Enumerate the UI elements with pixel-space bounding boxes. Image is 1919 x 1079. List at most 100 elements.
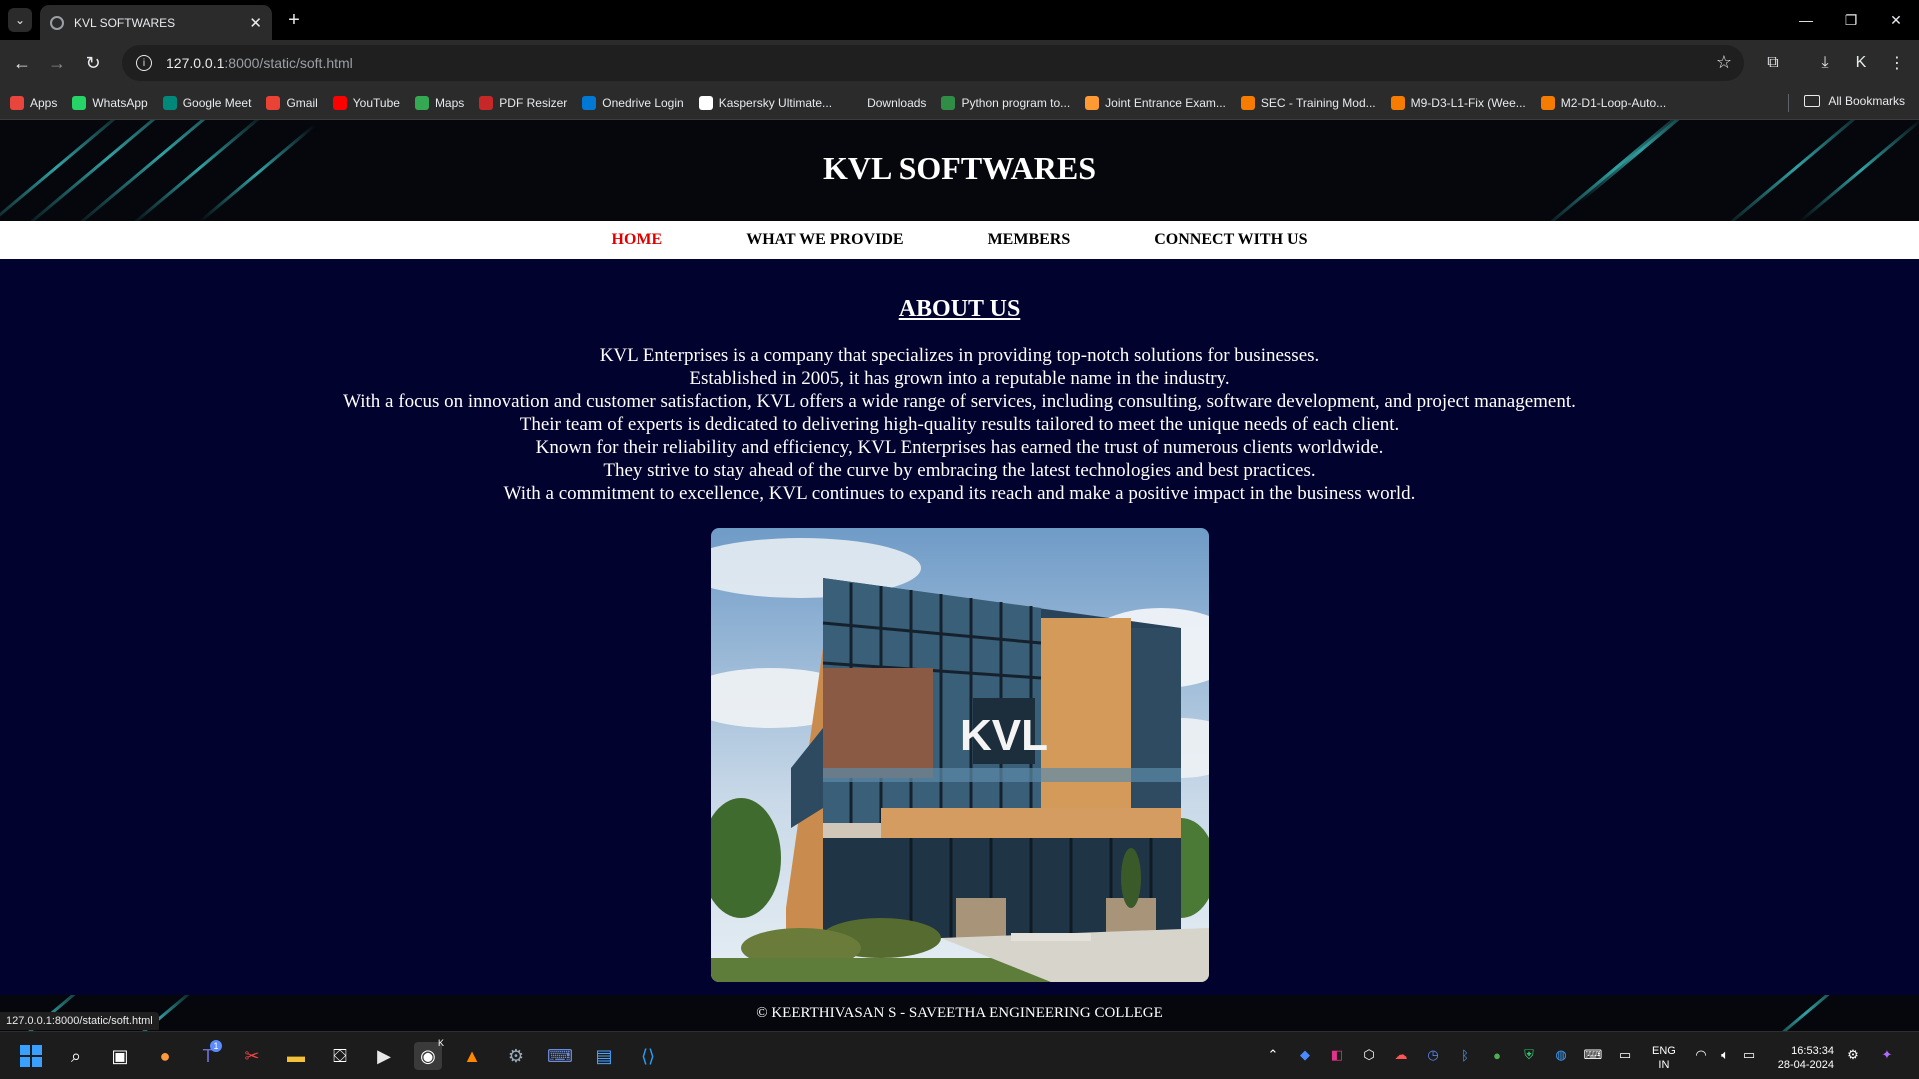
region-code: IN [1658, 1059, 1670, 1071]
restore-button[interactable]: ❐ [1831, 8, 1871, 32]
bookmark-item[interactable]: WhatsApp [72, 95, 148, 110]
snipping-tool-icon[interactable]: ✂ [238, 1042, 266, 1070]
back-button[interactable]: ← [9, 50, 35, 76]
tab-active[interactable]: KVL SOFTWARES ✕ [40, 5, 272, 40]
security-shield-icon[interactable]: ⛨ [1520, 1046, 1538, 1064]
close-window-button[interactable]: ✕ [1876, 8, 1916, 32]
tray-app-icon[interactable]: ☁ [1392, 1046, 1410, 1064]
minimize-button[interactable]: — [1786, 8, 1826, 32]
nav-what-we-provide-link[interactable]: WHAT WE PROVIDE [746, 231, 903, 249]
bookmark-item[interactable]: M9-D3-L1-Fix (Wee... [1390, 95, 1526, 110]
wifi-icon[interactable]: ◠ [1692, 1046, 1710, 1064]
bookmark-label: Python program to... [961, 95, 1071, 110]
notepad-icon[interactable]: ▤ [590, 1042, 618, 1070]
nav-members-link[interactable]: MEMBERS [988, 231, 1071, 249]
vlc-icon[interactable]: ▲ [458, 1042, 486, 1070]
address-bar[interactable]: i 127.0.0.1 :8000/static/soft.html ☆ [122, 45, 1744, 81]
display-icon[interactable]: ▭ [1616, 1046, 1634, 1064]
bookmark-item[interactable]: Python program to... [941, 95, 1071, 110]
clock-date: 28-04-2024 [1777, 1059, 1834, 1071]
sec-training-icon [1540, 95, 1555, 110]
tab-search-button[interactable]: ⌄ [8, 8, 32, 32]
app-icon[interactable]: ⌨ [546, 1042, 574, 1070]
profile-extension-icon[interactable]: K [1850, 52, 1872, 74]
windows-start-icon[interactable] [17, 1042, 45, 1070]
media-player-icon[interactable]: ▶ [370, 1042, 398, 1070]
bookmark-star-icon[interactable]: ☆ [1716, 52, 1732, 73]
apps-grid-icon [10, 95, 24, 110]
all-bookmarks-label: All Bookmarks [1828, 94, 1905, 108]
bookmark-label: SEC - Training Mod... [1260, 95, 1376, 110]
bookmark-item[interactable]: M2-D1-Loop-Auto... [1540, 95, 1666, 110]
tab-title: KVL SOFTWARES [74, 15, 176, 30]
reload-button[interactable]: ↻ [80, 50, 106, 76]
keyboard-icon[interactable]: ⌨ [1584, 1046, 1603, 1064]
volume-icon[interactable]: 🔈︎ [1716, 1046, 1734, 1064]
app-icon[interactable]: ● [151, 1042, 179, 1070]
gmail-icon [266, 95, 281, 110]
url-path: :8000/static/soft.html [224, 55, 353, 71]
bookmark-item[interactable]: YouTube [332, 95, 400, 110]
bookmark-label: Downloads [867, 95, 927, 110]
whatsapp-icon [72, 95, 87, 110]
bookmark-item[interactable]: Apps [10, 95, 58, 110]
about-line: They strive to stay ahead of the curve b… [603, 460, 1316, 481]
bookmark-item[interactable]: PDF Resizer [479, 95, 568, 110]
browser-toolbar: ← → ↻ i 127.0.0.1 :8000/static/soft.html… [0, 40, 1919, 86]
menu-kebab-icon[interactable]: ⋮ [1886, 52, 1908, 74]
site-info-icon[interactable]: i [136, 55, 152, 71]
nav-home-link[interactable]: HOME [612, 231, 663, 249]
close-tab-icon[interactable]: ✕ [249, 14, 262, 32]
bluetooth-icon[interactable]: ᛒ [1456, 1046, 1474, 1064]
store-icon[interactable]: ⛋ [326, 1042, 354, 1070]
building-sign: KVL [960, 711, 1048, 760]
copilot-icon[interactable]: ✦ [1878, 1046, 1896, 1064]
forward-button[interactable]: → [44, 50, 70, 76]
tray-app-icon[interactable]: ◧ [1328, 1046, 1346, 1064]
bookmarks-separator [1788, 94, 1789, 112]
nav-connect-link[interactable]: CONNECT WITH US [1154, 231, 1307, 249]
bookmark-label: Onedrive Login [602, 95, 684, 110]
chrome-profile-badge: K [437, 1038, 444, 1048]
tray-app-icon[interactable]: ● [1488, 1046, 1506, 1064]
teams-badge: 1 [210, 1040, 222, 1052]
tray-app-icon[interactable]: ◆ [1296, 1046, 1314, 1064]
bookmark-label: PDF Resizer [499, 95, 568, 110]
bookmark-item[interactable]: Gmail [266, 95, 318, 110]
footer-copyright: © KEERTHIVASAN S - SAVEETHA ENGINEERING … [756, 1005, 1163, 1021]
teams-icon[interactable]: T1 [194, 1040, 222, 1070]
new-tab-button[interactable]: + [282, 8, 306, 32]
chevron-up-icon[interactable]: ⌃ [1264, 1046, 1282, 1064]
chrome-icon[interactable]: ◉ K [414, 1038, 444, 1070]
bookmark-item[interactable]: SEC - Training Mod... [1240, 95, 1376, 110]
extensions-icon[interactable]: ⧉ [1762, 52, 1784, 74]
bookmark-label: Google Meet [182, 95, 252, 110]
bookmark-label: Apps [30, 95, 58, 110]
bookmark-item[interactable]: Kaspersky Ultimate... [698, 95, 832, 110]
language-indicator[interactable]: ENG IN [1652, 1044, 1676, 1072]
bookmark-label: Maps [434, 95, 465, 110]
bookmark-item[interactable]: Joint Entrance Exam... [1085, 95, 1226, 110]
bookmark-item[interactable]: Onedrive Login [582, 95, 684, 110]
site-title: KVL SOFTWARES [823, 150, 1096, 186]
tray-app-icon[interactable]: ⬡ [1360, 1046, 1378, 1064]
notifications-icon[interactable]: ⚙ [1844, 1046, 1862, 1064]
downloads-icon[interactable]: ⤓ [1814, 52, 1836, 74]
search-icon[interactable]: ⌕ [62, 1042, 90, 1070]
bookmark-item[interactable]: Downloads [847, 95, 927, 110]
settings-icon[interactable]: ⚙ [502, 1042, 530, 1070]
task-view-icon[interactable]: ▣ [106, 1042, 134, 1070]
bookmark-label: Joint Entrance Exam... [1105, 95, 1226, 110]
tray-clock-icon[interactable]: ◷ [1424, 1046, 1442, 1064]
file-explorer-icon[interactable]: ▬ [282, 1042, 310, 1070]
about-heading: ABOUT US [898, 296, 1021, 322]
bookmark-item[interactable]: Google Meet [162, 95, 252, 110]
battery-icon[interactable]: ▭ [1740, 1046, 1758, 1064]
all-bookmarks-button[interactable]: All Bookmarks [1804, 94, 1905, 108]
site-header: KVL SOFTWARES [0, 120, 1919, 221]
bookmark-label: YouTube [352, 95, 400, 110]
vscode-icon[interactable]: ⟨⟩ [634, 1042, 662, 1070]
bookmark-item[interactable]: Maps [414, 95, 465, 110]
tray-app-icon[interactable]: ◍ [1552, 1046, 1570, 1064]
system-clock[interactable]: 16:53:34 28-04-2024 [1770, 1044, 1834, 1072]
